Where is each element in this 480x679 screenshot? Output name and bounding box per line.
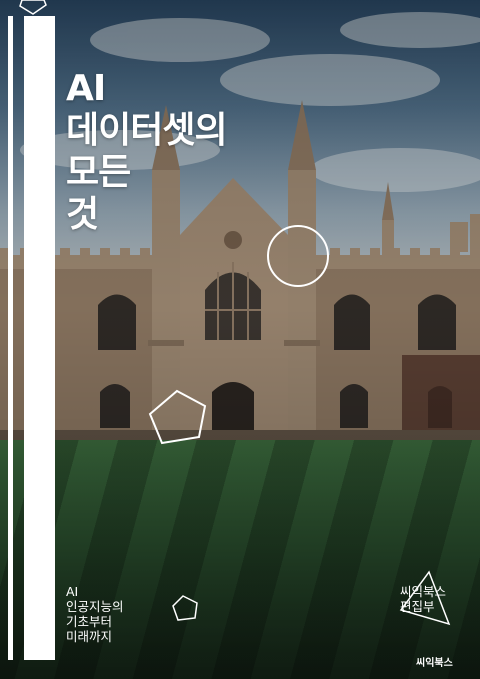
- book-cover: AI 데이터셋의 모든 것 AI 인공지능의 기초부터 미래까지 씨익북스 편집…: [0, 0, 480, 679]
- title-line: 모든: [66, 152, 131, 193]
- subtitle-line: 미래까지: [66, 629, 113, 644]
- book-title: AI 데이터셋의 모든 것: [66, 68, 366, 236]
- title-line: 것: [66, 194, 99, 235]
- book-subtitle: AI 인공지능의 기초부터 미래까지: [66, 584, 216, 644]
- subtitle-line: AI: [66, 584, 79, 599]
- top-pentagon-outline: [19, 0, 47, 15]
- title-line: AI: [66, 68, 106, 109]
- author: 씨익북스 편집부: [400, 584, 472, 614]
- publisher-logo: 씨익북스: [416, 658, 453, 669]
- pentagon-outline: [148, 389, 207, 445]
- author-line: 편집부: [400, 599, 435, 614]
- title-line: 데이터셋의: [66, 110, 228, 151]
- subtitle-line: 인공지능의: [66, 599, 124, 614]
- subtitle-line: 기초부터: [66, 614, 113, 629]
- author-line: 씨익북스: [400, 584, 447, 599]
